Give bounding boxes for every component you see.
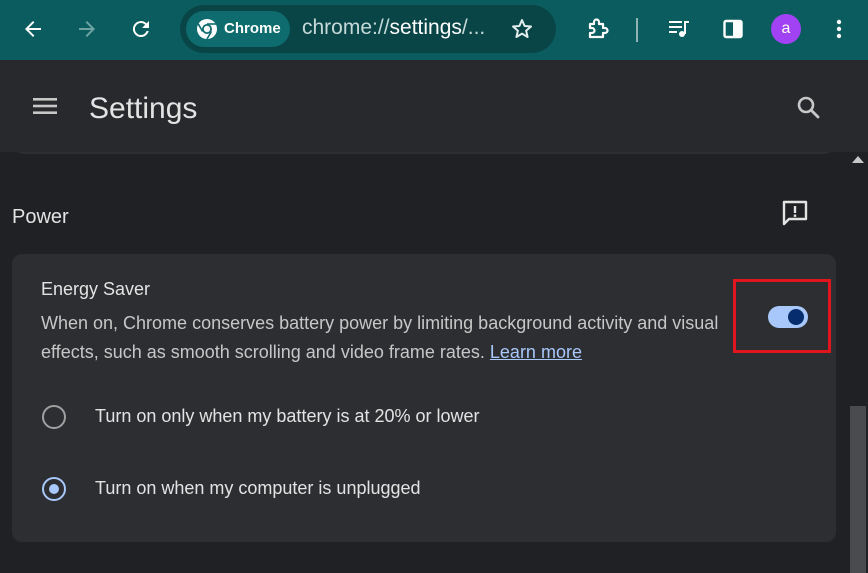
- chrome-logo-icon: [197, 19, 217, 40]
- previous-section-card: [12, 152, 836, 154]
- radio-option-battery-20[interactable]: Turn on only when my battery is at 20% o…: [12, 392, 836, 442]
- search-icon: [797, 96, 820, 119]
- side-panel-button[interactable]: [710, 6, 756, 52]
- scrollbar-thumb[interactable]: [850, 406, 866, 573]
- side-panel-icon: [723, 19, 743, 39]
- power-settings-card: Energy Saver When on, Chrome conserves b…: [12, 254, 836, 542]
- energy-saver-description: When on, Chrome conserves battery power …: [41, 313, 719, 362]
- profile-avatar[interactable]: a: [771, 14, 801, 44]
- radio-option-label: Turn on only when my battery is at 20% o…: [95, 406, 480, 426]
- hamburger-menu-icon: [33, 98, 57, 114]
- star-icon: [512, 19, 532, 38]
- learn-more-link[interactable]: Learn more: [490, 342, 582, 362]
- feedback-icon: [782, 200, 808, 226]
- radio-option-label: Turn on when my computer is unplugged: [95, 478, 421, 498]
- main-menu-button[interactable]: [30, 91, 60, 121]
- queue-music-icon: [669, 21, 689, 37]
- settings-header: Settings: [0, 60, 868, 152]
- feedback-button[interactable]: [780, 198, 810, 228]
- settings-content: Power Energy Saver When on, Chrome conse…: [0, 152, 848, 573]
- radio-button-selected[interactable]: [42, 477, 66, 501]
- bookmark-star-button[interactable]: [506, 13, 538, 45]
- url-text[interactable]: chrome://settings/...: [302, 16, 485, 40]
- back-arrow-icon: [25, 21, 41, 37]
- radio-button-unselected[interactable]: [42, 405, 66, 429]
- site-chip-label: Chrome: [224, 20, 281, 37]
- section-title-power: Power: [12, 206, 69, 228]
- forward-button[interactable]: [64, 6, 110, 52]
- forward-arrow-icon: [79, 21, 95, 37]
- chrome-menu-button[interactable]: [816, 6, 862, 52]
- page-title: Settings: [89, 92, 198, 125]
- back-button[interactable]: [10, 6, 56, 52]
- omnibox[interactable]: Chrome chrome://settings/...: [180, 5, 556, 53]
- media-controls-button[interactable]: [656, 6, 702, 52]
- browser-toolbar: Chrome chrome://settings/... a: [0, 0, 868, 60]
- reload-button[interactable]: [118, 6, 164, 52]
- scroll-up-arrow-icon[interactable]: [852, 156, 864, 163]
- more-vert-icon: [836, 19, 842, 39]
- toolbar-divider: [636, 18, 638, 42]
- reload-icon: [132, 21, 149, 38]
- puzzle-piece-icon: [588, 18, 609, 39]
- extensions-button[interactable]: [575, 6, 621, 52]
- energy-saver-title: Energy Saver: [41, 279, 151, 299]
- page-scrollbar[interactable]: [848, 152, 868, 573]
- annotation-highlight-box: [733, 279, 831, 353]
- radio-option-unplugged[interactable]: Turn on when my computer is unplugged: [12, 464, 836, 514]
- search-settings-button[interactable]: [794, 93, 824, 123]
